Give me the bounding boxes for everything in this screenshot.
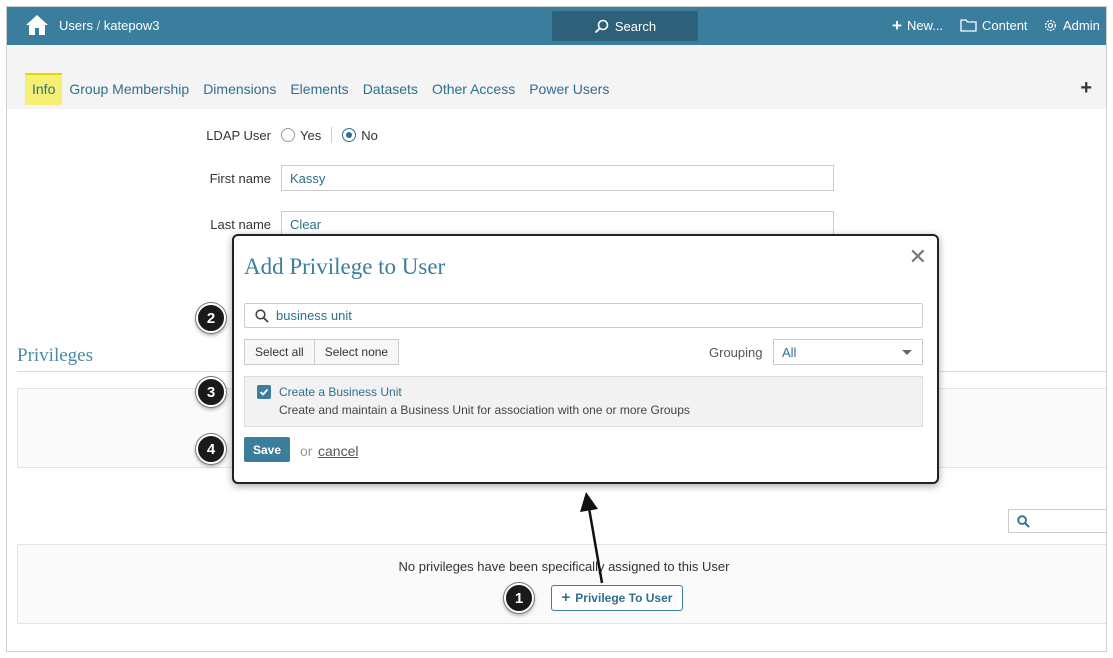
ldap-yes-radio[interactable] <box>281 128 295 142</box>
plus-icon: + <box>561 589 571 606</box>
new-menu[interactable]: + New... <box>892 16 944 35</box>
grouping-value: All <box>782 344 797 360</box>
top-bar: Users / katepow3 Search + New... Content… <box>7 7 1106 45</box>
gear-icon <box>1045 20 1056 31</box>
tab-info[interactable]: Info <box>25 73 63 105</box>
ldap-label: LDAP User <box>206 127 271 143</box>
selection-buttons: Select all Select none <box>244 339 400 365</box>
search-icon <box>255 308 269 323</box>
search-label: Search <box>614 18 657 34</box>
grouping-select[interactable]: All <box>773 339 923 365</box>
ldap-row: LDAP User Yes No <box>181 127 388 143</box>
add-privilege-button[interactable]: + Privilege To User <box>551 585 683 611</box>
first-name-input[interactable]: Kassy <box>281 165 834 191</box>
tab-other-access[interactable]: Other Access <box>425 73 522 105</box>
check-icon <box>259 388 269 396</box>
radio-divider <box>331 127 333 143</box>
search-icon <box>1017 514 1030 528</box>
privilege-search-value: business unit <box>276 308 352 323</box>
close-icon[interactable]: ✕ <box>909 244 927 270</box>
content-menu[interactable]: Content <box>960 18 1028 33</box>
ldap-no-radio[interactable] <box>342 128 357 142</box>
tab-dimensions[interactable]: Dimensions <box>196 73 283 105</box>
save-button[interactable]: Save <box>244 437 290 462</box>
select-all-button[interactable]: Select all <box>244 339 315 365</box>
first-name-label: First name <box>209 170 271 186</box>
plus-icon: + <box>892 16 902 35</box>
step-callout-2: 2 <box>196 303 226 333</box>
add-privilege-label: Privilege To User <box>575 591 673 605</box>
new-label: New... <box>906 18 944 33</box>
search-icon <box>594 19 609 33</box>
ldap-yes-label[interactable]: Yes <box>300 128 321 143</box>
tab-power-users[interactable]: Power Users <box>522 73 616 105</box>
grouping-label: Grouping <box>709 345 763 360</box>
step-callout-3: 3 <box>196 377 226 407</box>
privilege-title: Create a Business Unit <box>279 385 402 399</box>
step-callout-1: 1 <box>504 583 534 613</box>
home-icon[interactable] <box>25 14 49 36</box>
privilege-description: Create and maintain a Business Unit for … <box>279 403 690 417</box>
first-name-row: First name Kassy <box>181 165 834 191</box>
checkbox-checked[interactable] <box>257 385 271 399</box>
cancel-link[interactable]: cancel <box>318 443 358 459</box>
step-callout-4: 4 <box>196 434 226 464</box>
folder-icon <box>960 19 977 32</box>
breadcrumb: Users / katepow3 <box>59 18 160 33</box>
tab-datasets[interactable]: Datasets <box>356 73 425 105</box>
global-search-button[interactable]: Search <box>552 11 698 41</box>
last-name-label: Last name <box>210 216 271 232</box>
privileges-search-input[interactable] <box>1008 509 1106 533</box>
or-text: or <box>300 443 313 459</box>
select-none-button[interactable]: Select none <box>314 339 400 365</box>
content-label: Content <box>982 18 1028 33</box>
list-item[interactable]: Create a Business Unit Create and mainta… <box>244 376 923 427</box>
assigned-privileges-panel: No privileges have been specifically ass… <box>17 544 1106 624</box>
breadcrumb-username: katepow3 <box>103 18 160 33</box>
tab-group-membership[interactable]: Group Membership <box>62 73 196 105</box>
admin-menu[interactable]: Admin <box>1043 18 1100 33</box>
dialog-title: Add Privilege to User <box>244 254 446 279</box>
empty-privileges-message: No privileges have been specifically ass… <box>398 559 730 574</box>
privileges-title: Privileges <box>17 345 93 366</box>
admin-label: Admin <box>1063 18 1100 33</box>
add-icon[interactable]: + <box>1080 77 1092 100</box>
tab-elements[interactable]: Elements <box>283 73 355 105</box>
ldap-no-label[interactable]: No <box>361 128 378 143</box>
add-privilege-dialog: Add Privilege to User ✕ business unit Se… <box>232 234 939 484</box>
breadcrumb-users[interactable]: Users <box>59 18 93 33</box>
tab-list: Info Group Membership Dimensions Element… <box>25 73 616 105</box>
chevron-down-icon <box>902 349 912 355</box>
tabs-bar: Info Group Membership Dimensions Element… <box>7 45 1106 109</box>
privilege-search-input[interactable]: business unit <box>244 303 923 328</box>
